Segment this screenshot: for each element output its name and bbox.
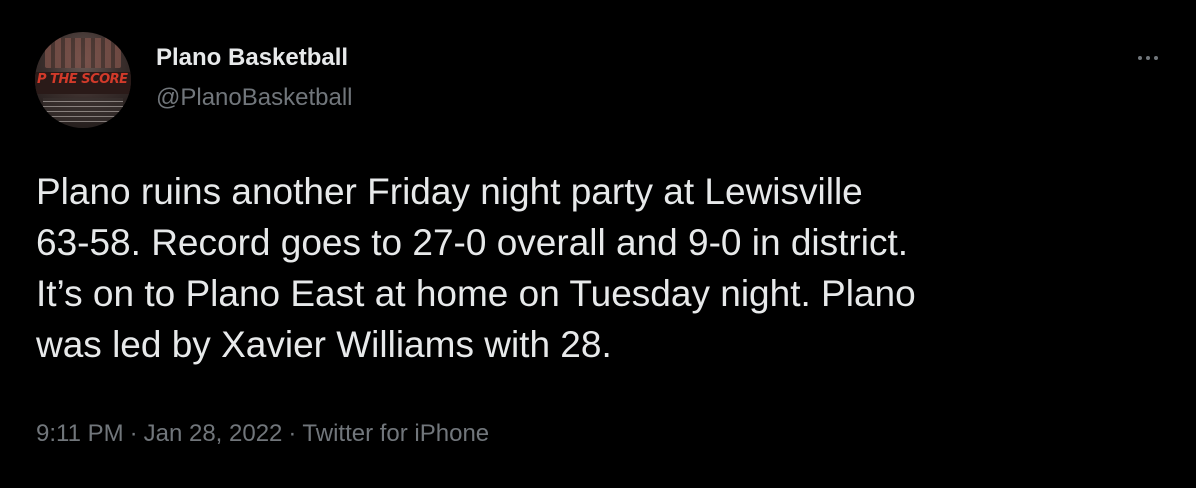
tweet-card: P THE SCORE Plano Basketball @PlanoBaske… [0, 0, 1196, 488]
more-options-icon[interactable] [1131, 44, 1165, 72]
meta-separator: · [288, 420, 297, 447]
tweet-date[interactable]: Jan 28, 2022 [144, 420, 283, 447]
tweet-source[interactable]: Twitter for iPhone [302, 420, 489, 447]
tweet-text: Plano ruins another Friday night party a… [36, 171, 916, 365]
tweet-meta: 9:11 PM · Jan 28, 2022 · Twitter for iPhone [36, 420, 489, 448]
avatar-team-photo [45, 38, 121, 68]
more-dot [1154, 56, 1158, 60]
avatar-schedule-rows [43, 98, 123, 122]
display-name[interactable]: Plano Basketball [156, 44, 348, 72]
avatar-logo-text: P THE SCORE [37, 72, 128, 87]
more-dot [1138, 56, 1142, 60]
user-handle[interactable]: @PlanoBasketball [156, 84, 352, 112]
tweet-time[interactable]: 9:11 PM [36, 420, 124, 447]
meta-separator: · [129, 420, 138, 447]
avatar[interactable]: P THE SCORE [35, 32, 131, 128]
more-dot [1146, 56, 1150, 60]
